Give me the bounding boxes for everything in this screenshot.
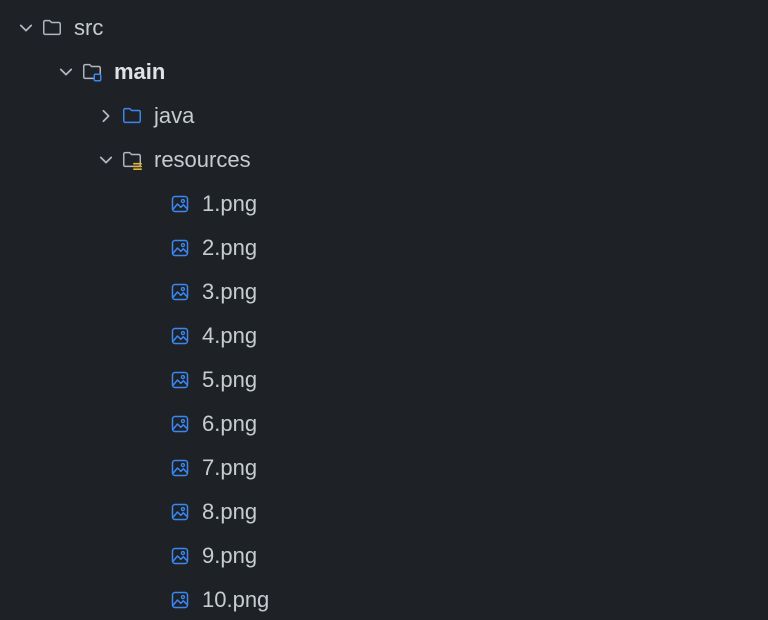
tree-item-file[interactable]: 6.png (0, 402, 768, 446)
image-file-icon (166, 590, 194, 610)
source-folder-icon (118, 105, 146, 127)
image-file-icon (166, 282, 194, 302)
chevron-down-icon[interactable] (54, 65, 78, 79)
tree-item-label: 2.png (202, 237, 257, 259)
image-file-icon (166, 194, 194, 214)
image-file-icon (166, 414, 194, 434)
chevron-right-icon[interactable] (94, 109, 118, 123)
tree-item-file[interactable]: 8.png (0, 490, 768, 534)
tree-item-label: 9.png (202, 545, 257, 567)
tree-item-label: 5.png (202, 369, 257, 391)
image-file-icon (166, 458, 194, 478)
image-file-icon (166, 370, 194, 390)
tree-item-file[interactable]: 5.png (0, 358, 768, 402)
tree-item-label: resources (154, 149, 251, 171)
chevron-down-icon[interactable] (94, 153, 118, 167)
image-file-icon (166, 502, 194, 522)
file-tree: src main java (0, 0, 768, 620)
tree-item-file[interactable]: 9.png (0, 534, 768, 578)
image-file-icon (166, 546, 194, 566)
tree-item-label: 4.png (202, 325, 257, 347)
tree-item-file[interactable]: 7.png (0, 446, 768, 490)
folder-icon (38, 17, 66, 39)
tree-item-main[interactable]: main (0, 50, 768, 94)
tree-item-java[interactable]: java (0, 94, 768, 138)
tree-item-label: src (74, 17, 103, 39)
image-file-icon (166, 238, 194, 258)
tree-item-file[interactable]: 10.png (0, 578, 768, 620)
tree-item-label: 8.png (202, 501, 257, 523)
tree-item-label: 3.png (202, 281, 257, 303)
tree-item-label: 7.png (202, 457, 257, 479)
tree-item-file[interactable]: 3.png (0, 270, 768, 314)
tree-item-src[interactable]: src (0, 6, 768, 50)
tree-item-resources[interactable]: resources (0, 138, 768, 182)
chevron-down-icon[interactable] (14, 21, 38, 35)
tree-item-label: 6.png (202, 413, 257, 435)
tree-item-file[interactable]: 4.png (0, 314, 768, 358)
module-folder-icon (78, 61, 106, 83)
tree-item-label: 10.png (202, 589, 269, 611)
tree-item-label: main (114, 61, 165, 83)
tree-item-label: 1.png (202, 193, 257, 215)
tree-item-file[interactable]: 1.png (0, 182, 768, 226)
resources-folder-icon (118, 149, 146, 171)
tree-item-label: java (154, 105, 194, 127)
image-file-icon (166, 326, 194, 346)
tree-item-file[interactable]: 2.png (0, 226, 768, 270)
